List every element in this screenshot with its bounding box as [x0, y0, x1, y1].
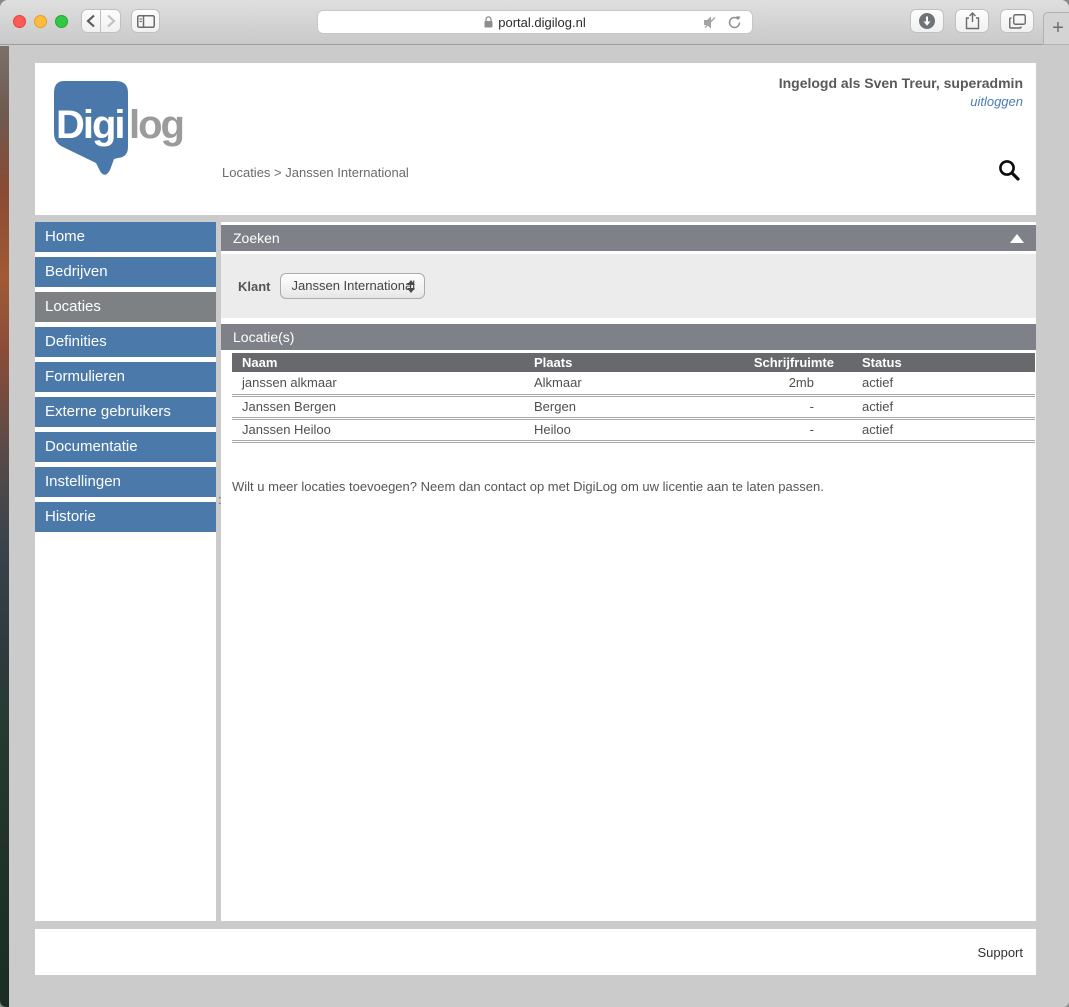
- cell-plaats: Alkmaar: [534, 372, 686, 395]
- cell-status: actief: [836, 418, 1035, 441]
- select-stepper-icon: [407, 280, 415, 293]
- zoom-window-button[interactable]: [55, 15, 68, 28]
- sidebar-item-definities[interactable]: Definities: [35, 327, 216, 357]
- sidebar-icon: [137, 15, 155, 28]
- table-row[interactable]: Janssen Bergen Bergen - actief: [232, 395, 1035, 418]
- chevron-right-icon: [106, 14, 116, 28]
- tabs-icon: [1009, 14, 1026, 29]
- url-text: portal.digilog.nl: [498, 15, 585, 30]
- table-header-row: Naam Plaats Schrijfruimte Status: [232, 353, 1035, 372]
- sidebar-item-locaties[interactable]: Locaties: [35, 292, 216, 322]
- sidebar-item-historie[interactable]: Historie: [35, 502, 216, 532]
- column-header-schrijfruimte: Schrijfruimte: [686, 353, 836, 372]
- show-tabs-button[interactable]: [1000, 9, 1034, 33]
- column-header-status: Status: [836, 353, 1035, 372]
- cell-status: actief: [836, 395, 1035, 418]
- background-photo-strip: [0, 46, 9, 1007]
- browser-toolbar: portal.digilog.nl: [0, 0, 1069, 45]
- search-icon[interactable]: [997, 158, 1021, 182]
- sidebar-item-documentatie[interactable]: Documentatie: [35, 432, 216, 462]
- share-icon: [965, 12, 980, 30]
- mute-icon[interactable]: [703, 15, 718, 30]
- cell-schrijfruimte: -: [686, 418, 836, 441]
- search-panel-title: Zoeken: [233, 230, 280, 246]
- cell-status: actief: [836, 372, 1035, 395]
- sidebar-item-formulieren[interactable]: Formulieren: [35, 362, 216, 392]
- stray-colon-text: :: [218, 492, 222, 507]
- main-menu: Home Bedrijven Locaties Definities Formu…: [35, 222, 216, 921]
- download-icon: [918, 12, 936, 30]
- sidebar-item-bedrijven[interactable]: Bedrijven: [35, 257, 216, 287]
- sidebar-item-instellingen[interactable]: Instellingen: [35, 467, 216, 497]
- table-row[interactable]: Janssen Heiloo Heiloo - actief: [232, 418, 1035, 441]
- site-footer: Support: [35, 929, 1036, 975]
- cell-schrijfruimte: -: [686, 395, 836, 418]
- close-window-button[interactable]: [13, 15, 26, 28]
- main-content: Zoeken Klant Janssen International Locat…: [221, 222, 1036, 921]
- support-link[interactable]: Support: [977, 945, 1023, 960]
- sidebar-toggle-button[interactable]: [131, 9, 160, 33]
- share-button[interactable]: [955, 9, 989, 33]
- search-panel-header[interactable]: Zoeken: [221, 225, 1036, 251]
- lock-icon: [484, 16, 493, 28]
- cell-plaats: Bergen: [534, 395, 686, 418]
- breadcrumb: Locaties > Janssen International: [222, 165, 409, 180]
- new-tab-label: +: [1052, 17, 1064, 40]
- cell-plaats: Heiloo: [534, 418, 686, 441]
- locations-table: Naam Plaats Schrijfruimte Status janssen…: [232, 353, 1035, 443]
- license-note: Wilt u meer locaties toevoegen? Neem dan…: [232, 479, 1036, 494]
- logo-text-digi: Digi: [56, 103, 124, 147]
- minimize-window-button[interactable]: [34, 15, 47, 28]
- search-panel: Klant Janssen International: [221, 254, 1036, 318]
- cell-naam: janssen alkmaar: [232, 372, 534, 395]
- cell-naam: Janssen Bergen: [232, 395, 534, 418]
- new-tab-button[interactable]: +: [1043, 12, 1069, 45]
- address-bar[interactable]: portal.digilog.nl: [317, 10, 753, 34]
- page-body: Digi log Locaties > Janssen Internationa…: [0, 46, 1069, 1007]
- logout-link[interactable]: uitloggen: [779, 94, 1023, 109]
- downloads-button[interactable]: [910, 9, 944, 33]
- forward-button[interactable]: [101, 9, 121, 33]
- sidebar-item-externe-gebruikers[interactable]: Externe gebruikers: [35, 397, 216, 427]
- cell-schrijfruimte: 2mb: [686, 372, 836, 395]
- column-header-plaats: Plaats: [534, 353, 686, 372]
- column-header-naam: Naam: [232, 353, 534, 372]
- site-header: Digi log Locaties > Janssen Internationa…: [35, 63, 1036, 215]
- klant-label: Klant: [238, 279, 271, 294]
- logged-in-status: Ingelogd als Sven Treur, superadmin: [779, 75, 1023, 91]
- chevron-left-icon: [86, 14, 96, 28]
- logo-text-log: log: [129, 103, 183, 147]
- back-button[interactable]: [81, 9, 101, 33]
- collapse-arrow-icon[interactable]: [1010, 234, 1024, 243]
- cell-naam: Janssen Heiloo: [232, 418, 534, 441]
- reload-icon[interactable]: [727, 15, 742, 30]
- locations-panel-title: Locatie(s): [233, 329, 294, 345]
- sidebar-item-home[interactable]: Home: [35, 222, 216, 252]
- digilog-logo: Digi log: [50, 77, 200, 182]
- browser-window: portal.digilog.nl: [0, 0, 1069, 1007]
- klant-select[interactable]: Janssen International: [280, 273, 425, 299]
- locations-panel-header: Locatie(s): [221, 324, 1036, 350]
- table-row[interactable]: janssen alkmaar Alkmaar 2mb actief: [232, 372, 1035, 395]
- klant-selected-value: Janssen International: [292, 278, 416, 293]
- window-controls: [13, 15, 68, 28]
